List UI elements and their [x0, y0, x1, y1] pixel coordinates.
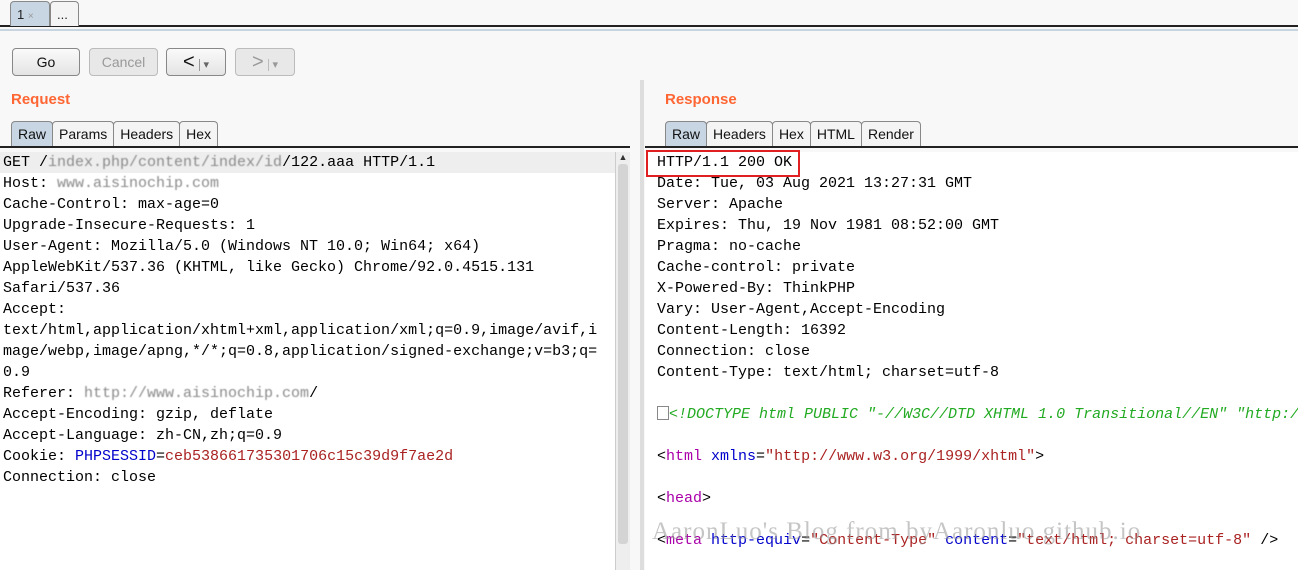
html-tag-line: <html xmlns="http://www.w3.org/1999/xhtm…	[657, 448, 1045, 465]
response-tabs: Raw Headers Hex HTML Render	[645, 121, 1298, 148]
cookie-value: ceb538661735301706c15c39d9f7ae2d	[165, 448, 454, 465]
cookie-eq: =	[156, 448, 166, 465]
scroll-thumb[interactable]	[618, 164, 628, 544]
separator	[0, 29, 1298, 31]
path-suffix: /122.aaa HTTP/1.1	[282, 154, 436, 171]
header-line: X-Powered-By: ThinkPHP	[657, 280, 856, 297]
header-line: text/html,application/xhtml+xml,applicat…	[3, 322, 598, 339]
doctype-text: <!DOCTYPE html PUBLIC "-//W3C//DTD XHTML…	[669, 406, 1298, 423]
tab-hex[interactable]: Hex	[179, 121, 219, 146]
tab-html[interactable]: HTML	[809, 121, 862, 146]
tab-1[interactable]: 1 ×	[10, 1, 50, 26]
header-referer: Referer: http://www.aisinochip.com/	[0, 383, 615, 404]
header-line: Vary: User-Agent,Accept-Encoding	[657, 301, 946, 318]
header-line: Pragma: no-cache	[657, 238, 802, 255]
header-line: Cache-Control: max-age=0	[3, 196, 220, 213]
new-tab[interactable]: ...	[50, 1, 79, 26]
doctype-line: <!DOCTYPE html PUBLIC "-//W3C//DTD XHTML…	[654, 404, 1298, 425]
response-title: Response	[665, 91, 737, 108]
header-cookie: Cookie: PHPSESSID=ceb538661735301706c15c…	[0, 446, 615, 467]
header-name: Host:	[3, 175, 58, 192]
request-line: GET /index.php/content/index/id/122.aaa …	[0, 152, 615, 173]
header-line: Safari/537.36	[3, 280, 121, 297]
header-line: Accept:	[3, 301, 67, 318]
tab-label: 1	[17, 7, 25, 22]
header-line: Cache-control: private	[657, 259, 856, 276]
header-line: AppleWebKit/537.36 (KHTML, like Gecko) C…	[3, 259, 535, 276]
blurred-path: index.php/content/index/id	[48, 154, 283, 171]
header-host: Host: www.aisinochip.com	[0, 173, 615, 194]
response-editor[interactable]: HTTP/1.1 200 OK Date: Tue, 03 Aug 2021 1…	[645, 152, 1298, 570]
header-line: Server: Apache	[657, 196, 784, 213]
request-editor[interactable]: GET /index.php/content/index/id/122.aaa …	[0, 152, 615, 570]
repeater-tabs: 1 × ...	[0, 0, 1298, 27]
header-name: Cookie:	[3, 448, 76, 465]
dropdown-icon[interactable]: ▾	[198, 59, 210, 71]
header-line: Connection: close	[3, 469, 157, 486]
go-button[interactable]: Go	[12, 48, 80, 76]
method-text: GET /	[3, 154, 49, 171]
close-icon[interactable]: ×	[28, 11, 34, 22]
header-line: Accept-Language: zh-CN,zh;q=0.9	[3, 427, 283, 444]
blurred-host: www.aisinochip.com	[57, 175, 220, 192]
tab-raw[interactable]: Raw	[665, 121, 708, 146]
header-line: Accept-Encoding: gzip, deflate	[3, 406, 274, 423]
split-divider[interactable]	[640, 80, 644, 570]
header-line: User-Agent: Mozilla/5.0 (Windows NT 10.0…	[3, 238, 481, 255]
tab-hex[interactable]: Hex	[771, 121, 811, 146]
cancel-button[interactable]: Cancel	[89, 48, 158, 76]
referer-suffix: /	[309, 385, 319, 402]
forward-button[interactable]: > ▾	[235, 48, 295, 76]
chevron-right-icon: >	[251, 51, 264, 73]
header-line: Content-Length: 16392	[657, 322, 847, 339]
tab-render[interactable]: Render	[860, 121, 921, 146]
header-line: 0.9	[3, 364, 31, 381]
header-line: Upgrade-Insecure-Requests: 1	[3, 217, 256, 234]
header-line: Connection: close	[657, 343, 811, 360]
header-line: Content-Type: text/html; charset=utf-8	[657, 364, 1000, 381]
tab-headers[interactable]: Headers	[113, 121, 181, 146]
chevron-left-icon: <	[182, 51, 195, 73]
header-line: mage/webp,image/apng,*/*;q=0.8,applicati…	[3, 343, 598, 360]
back-button[interactable]: < ▾	[166, 48, 226, 76]
tab-raw[interactable]: Raw	[11, 121, 54, 146]
status-highlight-box	[646, 150, 800, 177]
cookie-name: PHPSESSID	[75, 448, 157, 465]
tab-params[interactable]: Params	[52, 121, 115, 146]
bom-box-icon	[657, 406, 669, 420]
scroll-up-icon[interactable]: ▲	[616, 152, 630, 162]
request-title: Request	[11, 91, 71, 108]
tab-headers[interactable]: Headers	[706, 121, 773, 146]
header-name: Referer:	[3, 385, 85, 402]
request-tabs: Raw Params Headers Hex	[0, 121, 630, 148]
dropdown-icon[interactable]: ▾	[267, 59, 279, 71]
watermark: AaronLuo's Blog from byAaronluo.github.i…	[652, 518, 1142, 545]
request-scrollbar[interactable]: ▲	[615, 152, 630, 570]
blurred-referer: http://www.aisinochip.com	[84, 385, 310, 402]
header-line: Expires: Thu, 19 Nov 1981 08:52:00 GMT	[657, 217, 1000, 234]
head-tag-line: <head>	[657, 490, 712, 507]
